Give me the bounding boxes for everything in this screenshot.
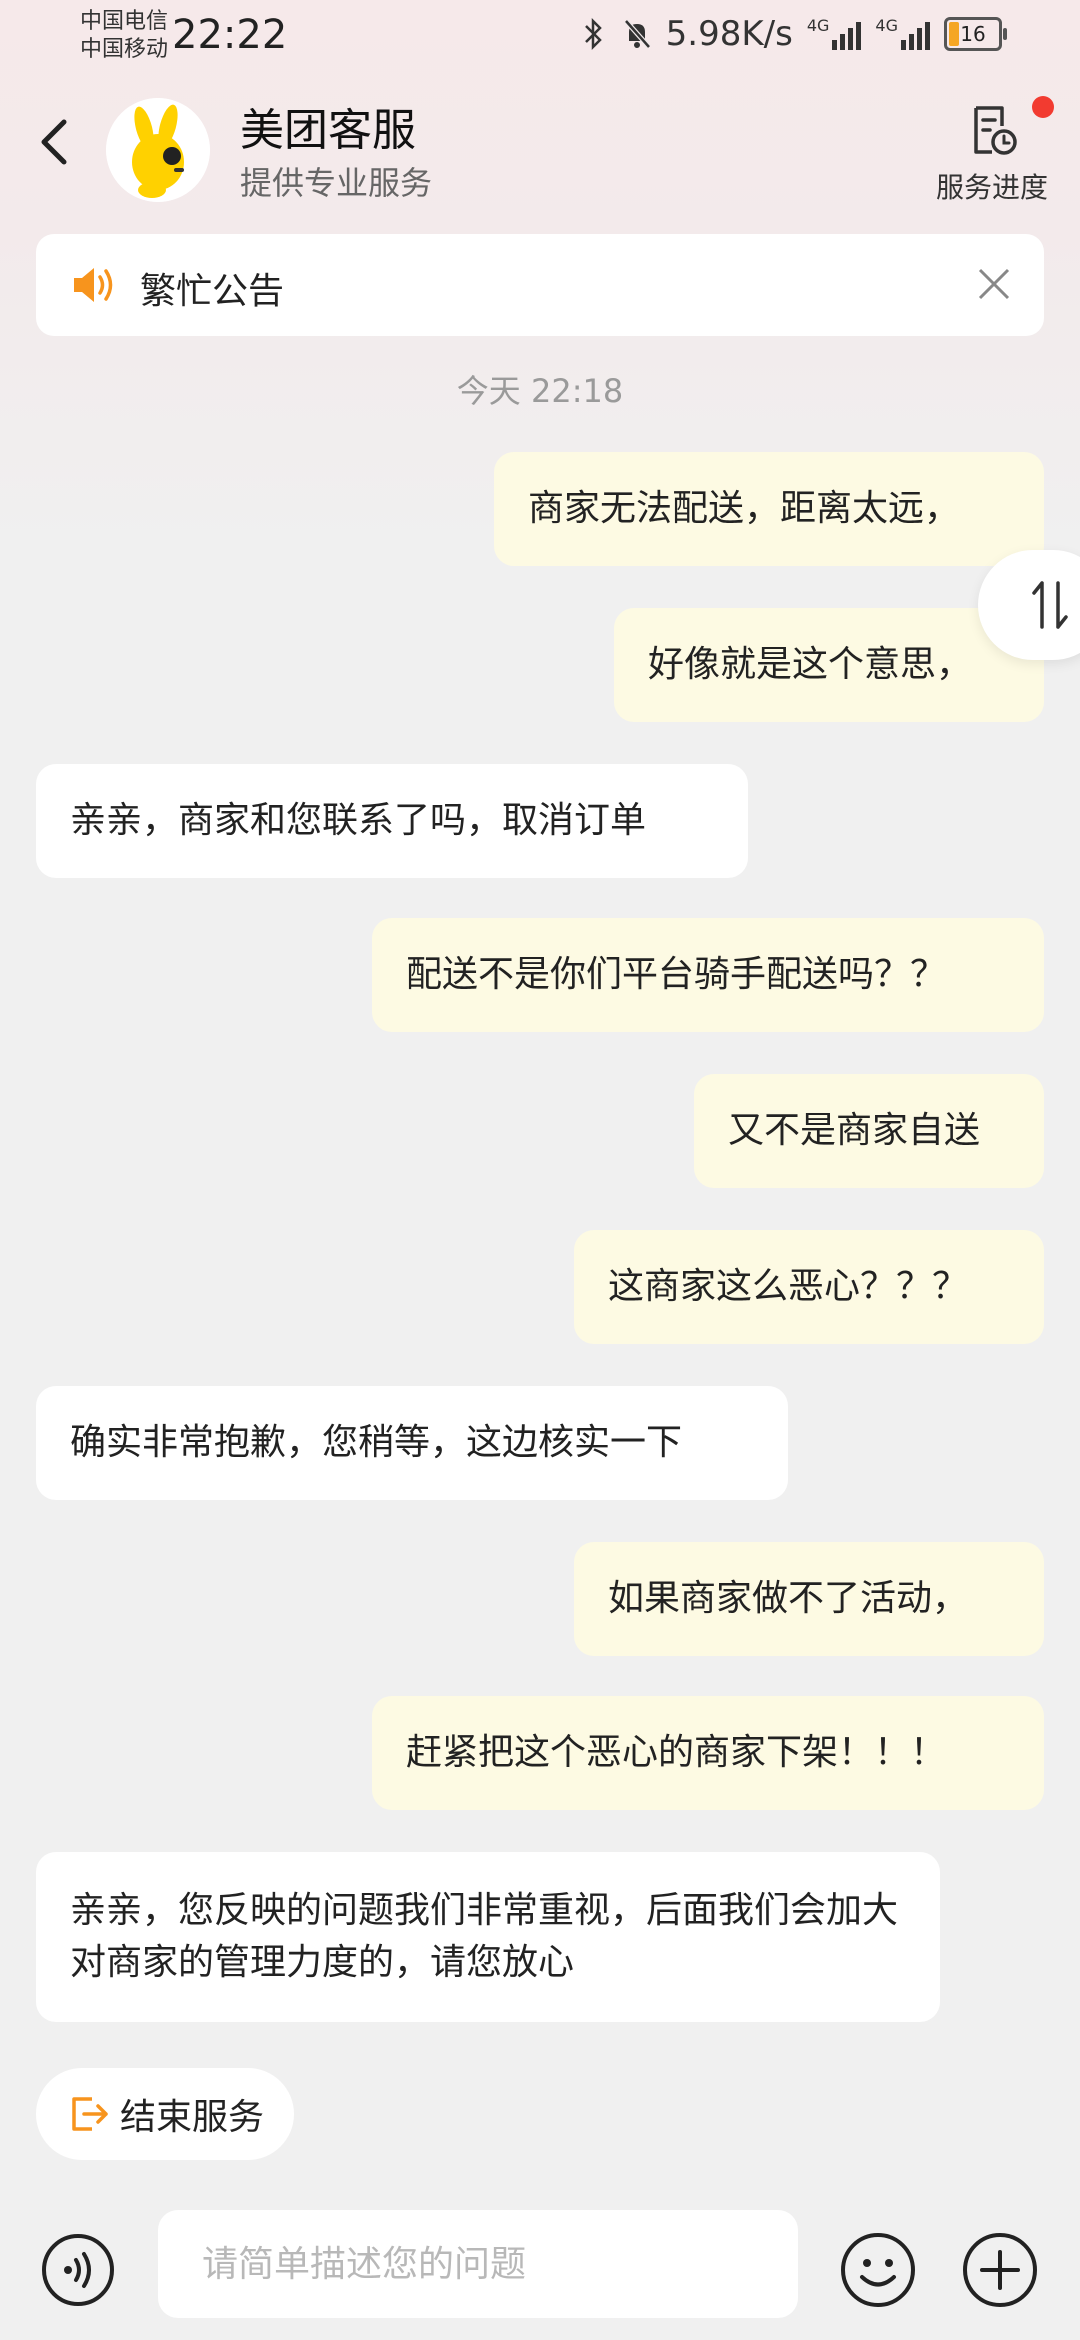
message-text: 亲亲，您反映的问题我们非常重视，后面我们会加大对商家的管理力度的，请您放心	[70, 1890, 899, 1983]
end-service-label: 结束服务	[120, 2097, 265, 2138]
avatar[interactable]	[106, 98, 210, 202]
plus-icon[interactable]	[960, 2230, 1040, 2310]
message-bubble-mine[interactable]: 配送不是你们平台骑手配送吗？？	[372, 918, 1044, 1032]
message-bubble-mine[interactable]: 好像就是这个意思，	[614, 608, 1044, 722]
carrier-1: 中国电信	[80, 9, 169, 34]
speaker-icon	[74, 268, 113, 302]
network-type-2: 4G	[875, 16, 898, 35]
battery-icon: 16	[944, 17, 1007, 51]
service-progress-label: 服务进度	[935, 171, 1048, 204]
chat-title: 美团客服	[240, 105, 416, 156]
mute-bell-icon	[623, 19, 651, 49]
message-bubble-mine[interactable]: 这商家这么恶心？？？	[574, 1230, 1044, 1344]
document-clock-icon	[974, 106, 1017, 155]
message-bubble-mine[interactable]: 商家无法配送，距离太远，	[494, 452, 1044, 566]
message-bubble-agent[interactable]: 确实非常抱歉，您稍等，这边核实一下	[36, 1386, 788, 1500]
signal-icon-1: 4G	[807, 18, 862, 50]
message-bubble-mine[interactable]: 如果商家做不了活动，	[574, 1542, 1044, 1656]
carrier-2: 中国移动	[80, 37, 169, 62]
chat-header: 美团客服 提供专业服务 服务进度	[0, 72, 1080, 222]
signal-icon-2: 4G	[875, 18, 930, 50]
network-speed: 5.98K/s	[665, 14, 793, 54]
carrier-labels: 中国电信 中国移动	[80, 8, 168, 64]
input-area: 结束服务	[0, 2040, 1080, 2340]
chat-timestamp: 今天 22:18	[456, 372, 624, 410]
emoji-icon[interactable]	[838, 2230, 918, 2310]
service-progress-button[interactable]: 服务进度	[932, 96, 1054, 206]
status-icons: 5.98K/s 4G 4G 16	[578, 14, 1007, 54]
close-icon[interactable]	[974, 264, 1014, 304]
notification-dot	[1032, 96, 1054, 118]
chat-subtitle: 提供专业服务	[240, 164, 433, 202]
status-bar: 中国电信 中国移动 22:22 5.98K/s 4G 4G 16	[0, 0, 1080, 72]
message-bubble-mine[interactable]: 又不是商家自送	[694, 1074, 1044, 1188]
message-input[interactable]	[158, 2210, 798, 2318]
message-bubble-agent[interactable]: 亲亲，商家和您联系了吗，取消订单	[36, 764, 748, 878]
busy-notice-banner[interactable]: 繁忙公告	[36, 234, 1044, 336]
network-type-1: 4G	[806, 16, 830, 35]
notice-text: 繁忙公告	[140, 271, 285, 312]
bluetooth-icon	[584, 17, 602, 51]
message-bubble-mine[interactable]: 赶紧把这个恶心的商家下架！！！	[372, 1696, 1044, 1810]
scroll-toggle-button[interactable]	[978, 550, 1080, 660]
message-bubble-agent[interactable]: 亲亲，您反映的问题我们非常重视，后面我们会加大对商家的管理力度的，请您放心	[36, 1852, 940, 2022]
voice-input-icon[interactable]	[40, 2232, 116, 2308]
kangaroo-mascot-icon	[106, 98, 210, 202]
composer-row	[0, 2210, 1080, 2330]
back-arrow-icon[interactable]	[28, 114, 84, 170]
swap-arrows-icon	[1032, 581, 1068, 629]
exit-icon	[72, 2097, 108, 2131]
battery-level: 16	[960, 22, 986, 46]
end-service-button[interactable]: 结束服务	[36, 2068, 294, 2160]
clock: 22:22	[172, 12, 288, 58]
